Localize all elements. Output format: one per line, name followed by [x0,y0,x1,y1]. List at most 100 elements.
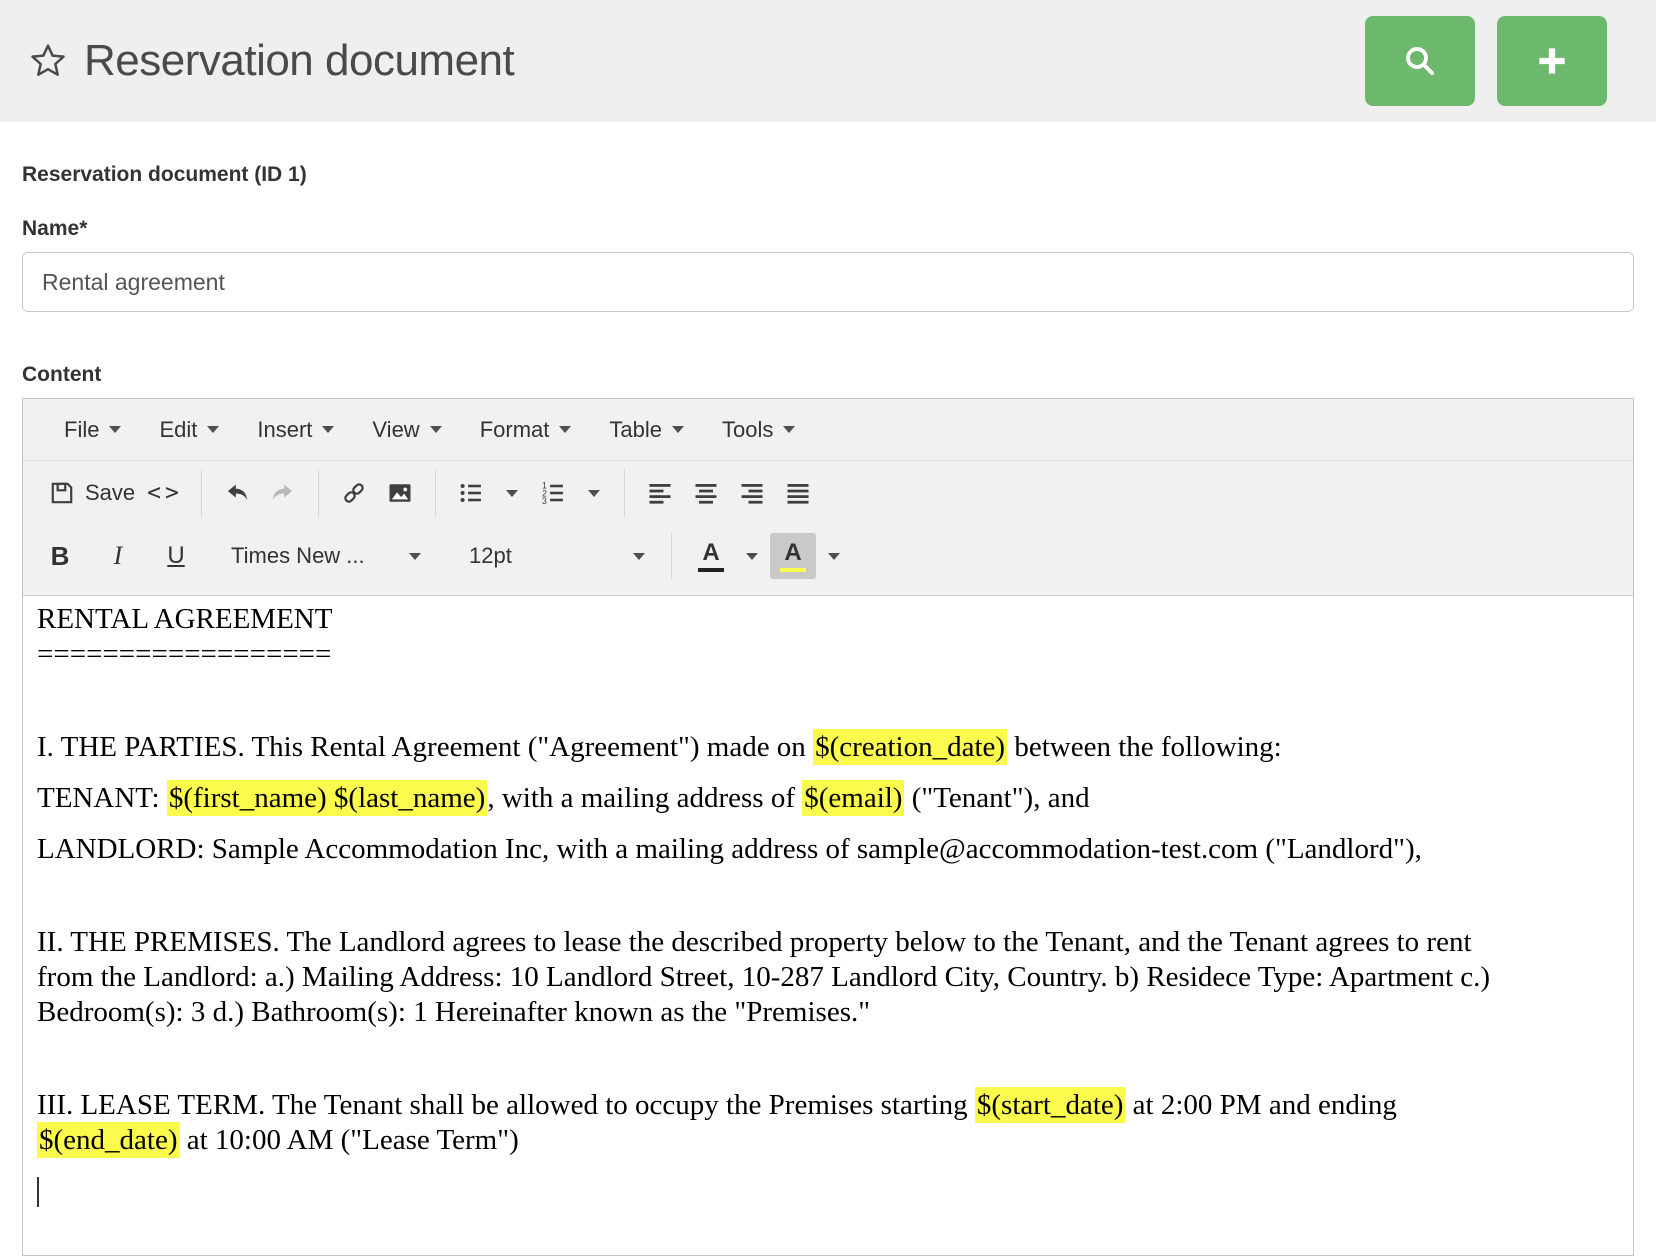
svg-text:3: 3 [542,496,547,506]
chevron-down-icon [409,553,421,560]
name-label: Name* [22,216,1634,241]
image-icon [386,479,414,507]
chevron-down-icon [207,426,219,433]
document-text: III. LEASE TERM. The Tenant shall be all… [37,1089,975,1121]
font-size-value: 12pt [469,543,512,569]
menu-table[interactable]: Table [590,399,703,460]
document-paragraph [37,883,1513,909]
chevron-down-icon [633,553,645,560]
numbered-list-button[interactable]: 123 [530,470,576,516]
italic-button[interactable]: I [89,533,147,579]
menu-file[interactable]: File [45,399,140,460]
background-color-icon: A [784,541,801,565]
rich-text-editor: File Edit Insert View Format Table Tools… [22,398,1634,1256]
undo-icon [223,479,251,507]
align-center-button[interactable] [683,470,729,516]
menu-format[interactable]: Format [461,399,591,460]
align-left-button[interactable] [637,470,683,516]
chevron-down-icon [588,490,600,497]
document-text: LANDLORD: Sample Accommodation Inc, with… [37,833,1422,865]
name-label-text: Name [22,217,79,240]
bullet-list-button[interactable] [448,470,494,516]
document-text: TENANT: [37,782,167,814]
insert-image-button[interactable] [377,470,423,516]
content-label: Content [22,362,1634,387]
header-actions [1365,16,1607,106]
editor-toolbar-row1: Save <> [23,461,1633,525]
menu-insert[interactable]: Insert [238,399,353,460]
chevron-down-icon [746,553,758,560]
menu-edit-label: Edit [159,417,197,443]
menu-table-label: Table [609,417,662,443]
save-button[interactable]: Save [43,470,141,516]
background-color-button[interactable]: A [770,533,816,579]
chevron-down-icon [828,553,840,560]
text-color-icon: A [702,541,719,565]
numbered-list-icon: 123 [539,479,567,507]
plus-icon [1533,42,1571,80]
chevron-down-icon [430,426,442,433]
menu-insert-label: Insert [257,417,312,443]
document-text: , with a mailing address of [487,782,802,814]
font-size-select[interactable]: 12pt [459,533,655,579]
menu-view[interactable]: View [353,399,460,460]
document-paragraph: TENANT: $(first_name) $(last_name), with… [37,781,1513,816]
toolbar-group-insert [318,469,435,517]
document-paragraph [37,1174,1513,1209]
align-center-icon [692,479,720,507]
menu-edit[interactable]: Edit [140,399,238,460]
align-left-icon [646,479,674,507]
bullet-list-dropdown[interactable] [494,470,530,516]
chevron-down-icon [506,490,518,497]
document-paragraph: LANDLORD: Sample Accommodation Inc, with… [37,832,1513,867]
toolbar-group-history [201,469,318,517]
document-text: ("Tenant"), and [904,782,1089,814]
template-variable: $(creation_date) [813,729,1007,765]
document-paragraph [37,688,1513,714]
toolbar-separator [671,533,672,579]
align-justify-button[interactable] [775,470,821,516]
search-button[interactable] [1365,16,1475,106]
bold-button[interactable]: B [31,533,89,579]
align-right-button[interactable] [729,470,775,516]
bullet-list-icon [457,479,485,507]
menu-tools[interactable]: Tools [703,399,814,460]
star-icon [28,41,68,81]
document-paragraph: RENTAL AGREEMENT [37,602,1513,637]
menu-tools-label: Tools [722,417,773,443]
underline-button[interactable]: U [147,533,205,579]
document-text: RENTAL AGREEMENT [37,603,332,635]
chevron-down-icon [322,426,334,433]
text-cursor [37,1177,39,1207]
document-body[interactable]: RENTAL AGREEMENT==================I. THE… [23,595,1633,1255]
editor-menubar: File Edit Insert View Format Table Tools [23,399,1633,461]
source-code-button[interactable]: <> [141,470,189,516]
background-color-dropdown[interactable] [816,533,852,579]
document-paragraph [37,1046,1513,1072]
font-family-value: Times New ... [231,543,365,569]
background-color-swatch [780,568,806,572]
add-button[interactable] [1497,16,1607,106]
insert-link-button[interactable] [331,470,377,516]
numbered-list-dropdown[interactable] [576,470,612,516]
font-family-select[interactable]: Times New ... [221,533,431,579]
document-paragraph: III. LEASE TERM. The Tenant shall be all… [37,1088,1513,1158]
template-variable: $(start_date) [975,1087,1126,1123]
text-color-button[interactable]: A [688,533,734,579]
chevron-down-icon [783,426,795,433]
chevron-down-icon [109,426,121,433]
text-color-dropdown[interactable] [734,533,770,579]
redo-button[interactable] [260,470,306,516]
source-code-icon: <> [147,480,183,506]
page-title: Reservation document [84,36,514,86]
name-input[interactable] [22,252,1634,312]
undo-button[interactable] [214,470,260,516]
document-paragraph: ================== [37,637,1513,672]
document-text: between the following: [1007,731,1282,763]
align-right-icon [738,479,766,507]
template-variable: $(first_name) $(last_name) [167,780,487,816]
document-text: at 10:00 AM ("Lease Term") [180,1124,519,1156]
favorite-toggle[interactable] [28,41,68,81]
search-icon [1402,43,1438,79]
redo-icon [269,479,297,507]
